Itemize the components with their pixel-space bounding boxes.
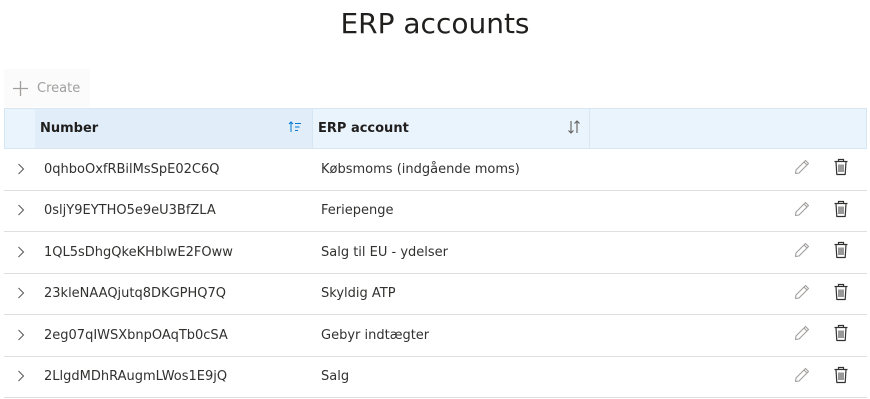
pencil-icon	[793, 283, 811, 305]
table-header: Number ERP account	[4, 108, 867, 149]
row-actions	[591, 366, 867, 388]
erp-account-cell: Gebyr indtægter	[321, 327, 430, 343]
erp-account-cell: Skyldig ATP	[321, 286, 396, 302]
number-cell: 2eg07qIWSXbnpOAqTb0cSA	[44, 327, 228, 343]
table-row[interactable]: 2eg07qIWSXbnpOAqTb0cSA Gebyr indtægter	[4, 315, 867, 357]
trash-icon	[833, 324, 849, 346]
chevron-right-icon	[17, 243, 25, 262]
sort-ascending-icon[interactable]	[288, 120, 302, 137]
table-row[interactable]: 2LlgdMDhRAugmLWos1E9jQ Salg	[4, 357, 867, 398]
delete-button[interactable]	[831, 159, 851, 179]
number-cell: 0qhboOxfRBilMsSpE02C6Q	[44, 161, 220, 177]
column-header-erp-account[interactable]: ERP account	[313, 109, 590, 148]
expand-row-button[interactable]	[4, 367, 36, 386]
trash-icon	[833, 200, 849, 222]
trash-icon	[833, 241, 849, 263]
chevron-right-icon	[17, 367, 25, 386]
table-row[interactable]: 1QL5sDhgQkeKHblwE2FOww Salg til EU - yde…	[4, 232, 867, 274]
table-row[interactable]: 0qhboOxfRBilMsSpE02C6Q Købsmoms (indgåen…	[4, 149, 867, 191]
number-cell: 0sljY9EYTHO5e9eU3BfZLA	[44, 203, 216, 219]
number-cell: 23kleNAAQjutq8DKGPHQ7Q	[44, 286, 226, 302]
row-actions	[591, 283, 867, 305]
pencil-icon	[793, 158, 811, 180]
expand-row-button[interactable]	[4, 243, 36, 262]
edit-button[interactable]	[792, 367, 812, 387]
delete-button[interactable]	[831, 325, 851, 345]
sort-icon[interactable]	[567, 119, 581, 138]
number-cell: 1QL5sDhgQkeKHblwE2FOww	[44, 244, 233, 260]
page-title: ERP accounts	[340, 7, 530, 40]
table-body: 0qhboOxfRBilMsSpE02C6Q Købsmoms (indgåen…	[4, 149, 867, 398]
expand-row-button[interactable]	[4, 160, 36, 179]
edit-button[interactable]	[792, 242, 812, 262]
delete-button[interactable]	[831, 283, 851, 305]
plus-icon	[12, 80, 29, 97]
trash-icon	[833, 158, 849, 180]
chevron-right-icon	[17, 326, 25, 345]
row-actions	[591, 325, 867, 345]
column-header-number-label: Number	[40, 121, 99, 136]
expand-row-button[interactable]	[4, 326, 36, 345]
edit-button[interactable]	[792, 159, 812, 179]
trash-icon	[833, 283, 849, 305]
pencil-icon	[793, 200, 811, 222]
pencil-icon	[793, 366, 811, 388]
toolbar: Create	[4, 69, 90, 107]
delete-button[interactable]	[831, 242, 851, 262]
number-cell: 2LlgdMDhRAugmLWos1E9jQ	[44, 369, 228, 385]
create-label: Create	[37, 80, 81, 96]
row-actions	[591, 200, 867, 222]
erp-accounts-table: Number ERP account 0qhboOxfRBilMsSpE02C6…	[4, 108, 867, 398]
expand-row-button[interactable]	[4, 201, 36, 220]
erp-account-cell: Salg	[321, 369, 350, 385]
chevron-right-icon	[17, 160, 25, 179]
actions-column-header	[590, 109, 866, 148]
pencil-icon	[793, 241, 811, 263]
edit-button[interactable]	[792, 201, 812, 221]
row-actions	[591, 242, 867, 262]
delete-button[interactable]	[831, 366, 851, 388]
table-row[interactable]: 23kleNAAQjutq8DKGPHQ7Q Skyldig ATP	[4, 274, 867, 315]
table-row[interactable]: 0sljY9EYTHO5e9eU3BfZLA Feriepenge	[4, 191, 867, 232]
edit-button[interactable]	[792, 284, 812, 304]
row-actions	[591, 159, 867, 179]
delete-button[interactable]	[831, 200, 851, 222]
trash-icon	[833, 366, 849, 388]
edit-button[interactable]	[792, 325, 812, 345]
pencil-icon	[793, 324, 811, 346]
column-header-number[interactable]: Number	[35, 109, 313, 148]
expand-column-header	[5, 109, 35, 148]
erp-account-cell: Salg til EU - ydelser	[321, 244, 449, 260]
expand-row-button[interactable]	[4, 284, 36, 303]
create-button[interactable]: Create	[4, 69, 86, 107]
erp-account-cell: Feriepenge	[321, 203, 394, 219]
column-header-erp-account-label: ERP account	[318, 121, 409, 136]
erp-account-cell: Købsmoms (indgående moms)	[321, 161, 520, 177]
chevron-right-icon	[17, 201, 25, 220]
chevron-right-icon	[17, 284, 25, 303]
